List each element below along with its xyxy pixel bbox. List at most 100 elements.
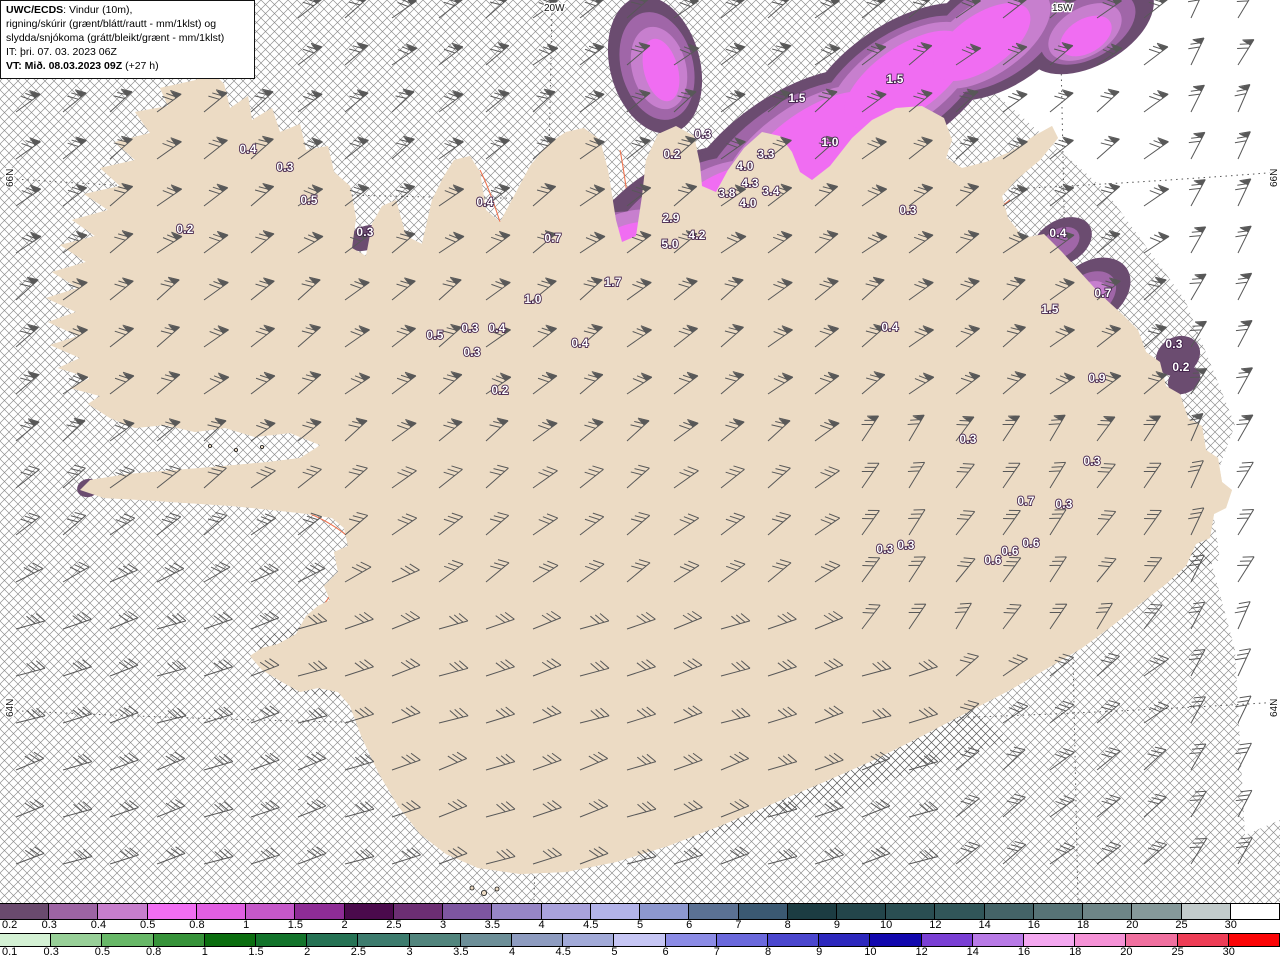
legend-line: VT: Mið. 08.03.2023 09Z (+27 h) xyxy=(6,59,159,72)
precip-value-label: 4.3 xyxy=(741,176,758,190)
scale-tick-label: 25 xyxy=(1175,919,1188,931)
precip-value-label: 0.2 xyxy=(491,383,508,397)
scale-tick-label: 1.5 xyxy=(287,919,304,931)
precip-value-label: 1.7 xyxy=(604,275,621,289)
scale-cell xyxy=(393,904,444,919)
scale-tick-label: 8 xyxy=(784,919,791,931)
scale-cell xyxy=(716,934,769,946)
scale-tick-label: 16 xyxy=(1027,919,1040,931)
legend-line: rigning/skúrir (grænt/blátt/rautt - mm/1… xyxy=(6,17,217,30)
scale-cell xyxy=(984,904,1034,919)
precip-value-label: 3.3 xyxy=(757,147,774,161)
legend-line: IT: þri. 07. 03. 2023 06Z xyxy=(6,45,117,58)
scale-cell xyxy=(102,934,154,946)
scale-tick-label: 7 xyxy=(735,919,742,931)
weather-map-app: 20W 15W 66N 66N 64N 64N 0.4 0.3 0.5 0.2 0.3 0.4 0.7… xyxy=(0,0,1280,960)
scale-cell xyxy=(295,904,345,919)
precip-value-label: 0.3 xyxy=(876,542,893,556)
scale-cell xyxy=(153,934,205,946)
scale-tick-label: 16 xyxy=(1017,946,1031,958)
scale-tick-label: 7 xyxy=(713,946,720,958)
precip-value-label: 0.6 xyxy=(1022,536,1039,550)
scale-tick-label: 20 xyxy=(1120,946,1133,958)
scale-cell xyxy=(460,934,513,946)
scale-cell xyxy=(1228,934,1280,946)
scale-tick-label: 25 xyxy=(1171,946,1184,958)
legend-line: slydda/snjókoma (grátt/bleikt/grænt - mm… xyxy=(6,31,225,44)
scale-cell xyxy=(196,904,247,919)
scale-cell xyxy=(870,934,922,946)
precip-value-label: 5.0 xyxy=(661,237,678,251)
precip-value-label: 4.2 xyxy=(688,228,705,242)
scale-cell xyxy=(246,904,296,919)
scale-tick-label: 30 xyxy=(1222,946,1235,958)
scale-tick-label: 2 xyxy=(341,919,348,931)
scale-cell xyxy=(147,904,197,919)
precip-value-label: 0.7 xyxy=(1094,286,1111,300)
scale-tick-label: 2.5 xyxy=(350,946,367,958)
scale-tick-label: 3 xyxy=(440,919,447,931)
precip-value-label: 0.2 xyxy=(1172,360,1189,374)
precip-value-label: 0.3 xyxy=(463,345,480,359)
scale-tick-label: 0.3 xyxy=(41,919,57,931)
precip-value-label: 1.5 xyxy=(1041,302,1058,316)
scale-tick-label: 10 xyxy=(880,919,893,931)
scale-tick-label: 4 xyxy=(508,946,516,958)
precip-value-label: 0.4 xyxy=(571,336,588,350)
scale-tick-label: 14 xyxy=(966,946,979,958)
scale-cell xyxy=(512,934,564,946)
precip-scale-sleet-snow-labels: 0.2 0.3 0.4 0.5 0.8 1 1.5 2 2.5 3 3.5 4 4.5 5 6 7 8 9 10 12… xyxy=(0,919,1280,932)
scale-cell xyxy=(665,934,717,946)
precip-value-label: 0.3 xyxy=(959,432,976,446)
precip-value-label: 0.7 xyxy=(1017,494,1034,508)
precip-value-label: 0.6 xyxy=(1001,544,1018,558)
precip-value-label: 0.3 xyxy=(461,321,478,335)
scale-tick-label: 4.5 xyxy=(583,919,599,931)
scale-tick-label: 4.5 xyxy=(555,946,571,958)
precip-value-label: 0.4 xyxy=(239,142,256,156)
scale-cell xyxy=(1083,904,1133,919)
scale-cell xyxy=(204,934,257,946)
scale-cell xyxy=(443,904,493,919)
precip-value-label: 0.4 xyxy=(476,195,493,209)
scale-cell xyxy=(98,904,148,919)
scale-cell xyxy=(819,934,871,946)
scale-cell xyxy=(307,934,359,946)
weather-map: 20W 15W 66N 66N 64N 64N 0.4 0.3 0.5 0.2 0.3 0.4 0.7… xyxy=(0,0,1280,903)
latitude-label: 64N xyxy=(1269,699,1280,717)
scale-cell xyxy=(1177,934,1229,946)
precip-scale-sleet-snow xyxy=(0,903,1280,920)
scale-cell xyxy=(409,934,461,946)
scale-cell xyxy=(921,934,973,946)
scale-tick-label: 6 xyxy=(686,919,693,931)
scale-cell xyxy=(1075,934,1127,946)
scale-tick-label: 0.3 xyxy=(43,946,59,958)
scale-tick-label: 3.5 xyxy=(484,919,500,931)
scale-tick-label: 18 xyxy=(1076,919,1090,931)
scale-cell xyxy=(1126,934,1178,946)
precip-value-label: 4.0 xyxy=(739,196,756,210)
scale-tick-label: 9 xyxy=(816,946,823,958)
scale-cell xyxy=(563,934,615,946)
scale-cell xyxy=(935,904,985,919)
precip-value-label: 0.9 xyxy=(1088,371,1105,385)
scale-cell xyxy=(768,934,820,946)
precip-value-label: 0.4 xyxy=(881,320,898,334)
precip-value-label: 1.5 xyxy=(788,91,805,105)
precip-value-label: 4.0 xyxy=(736,159,753,173)
precip-scale-rain xyxy=(0,933,1280,947)
scale-tick-label: 2.5 xyxy=(386,919,402,931)
scale-cell xyxy=(1024,934,1076,946)
scale-tick-label: 5 xyxy=(636,919,644,931)
scale-cell xyxy=(1181,904,1231,919)
scale-tick-label: 0.5 xyxy=(140,919,156,931)
precip-value-label: 0.3 xyxy=(356,225,373,239)
precip-value-label: 1.5 xyxy=(886,72,903,86)
scale-tick-label: 5 xyxy=(611,946,618,958)
scale-tick-label: 0.8 xyxy=(145,946,162,958)
scale-tick-label: 9 xyxy=(833,919,840,931)
latitude-label: 64N xyxy=(5,699,16,717)
scale-cell xyxy=(836,904,887,919)
scale-cell xyxy=(358,934,410,946)
precip-value-label: 0.3 xyxy=(1165,337,1182,351)
